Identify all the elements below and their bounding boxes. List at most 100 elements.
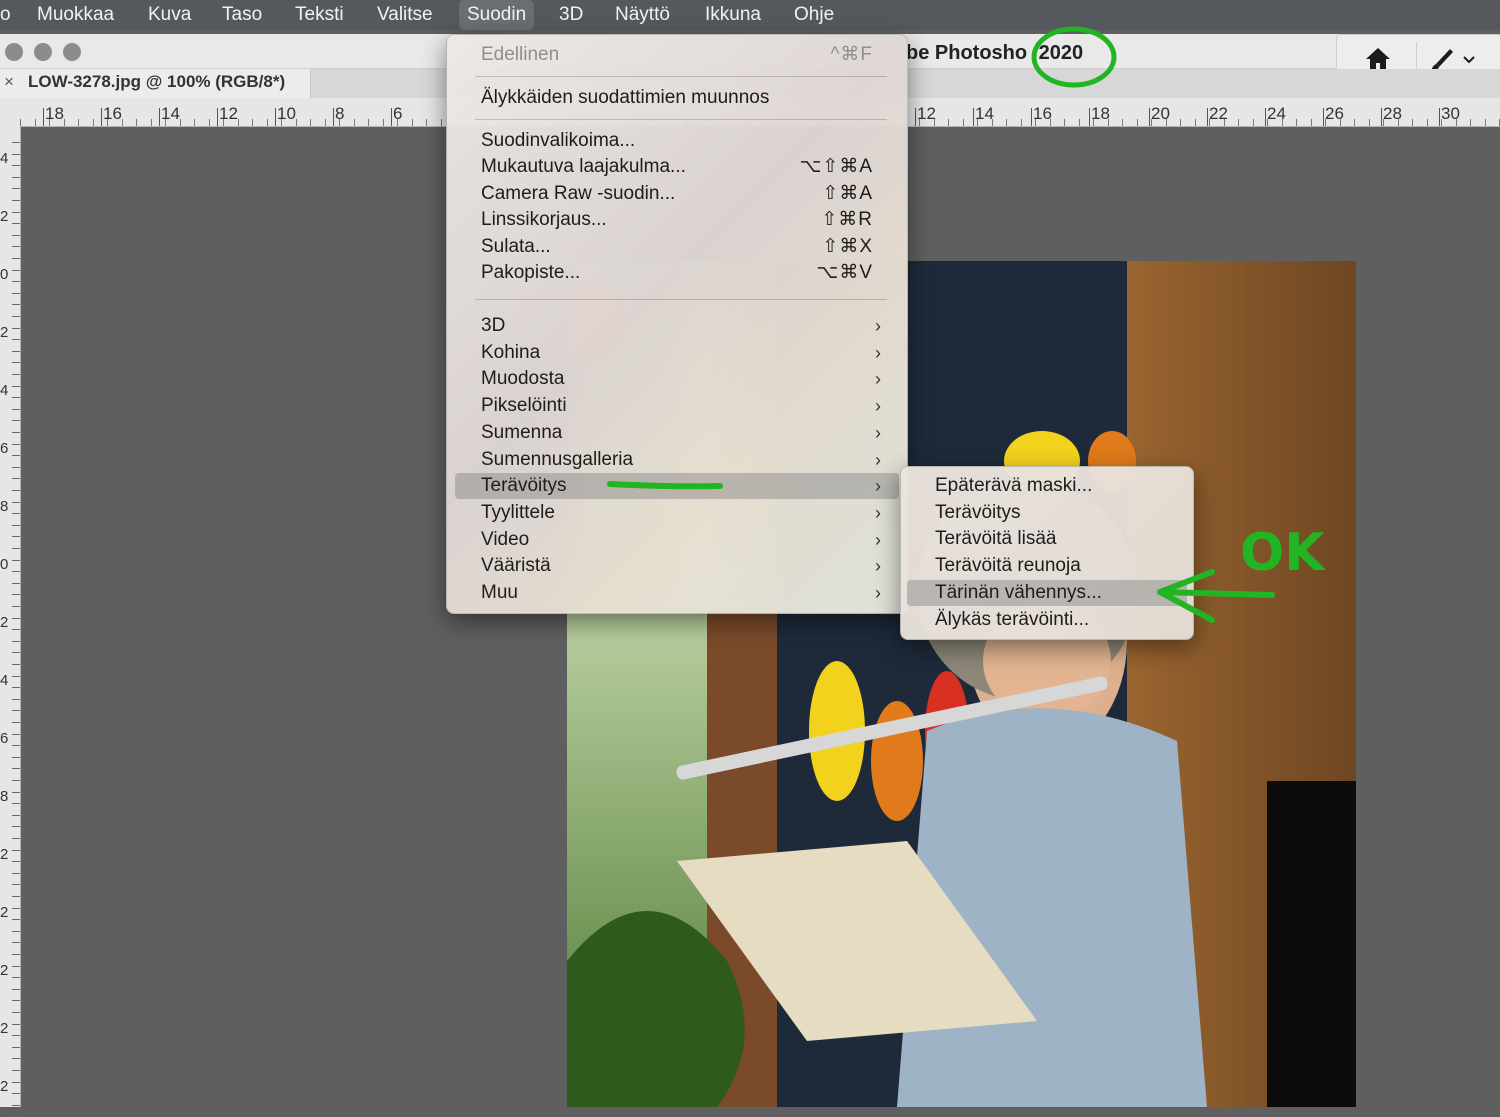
sharpen-submenu-item[interactable]: Epäterävä maski... [907, 473, 1187, 499]
ruler-tick [12, 907, 20, 909]
ruler-label: 30 [1441, 104, 1460, 123]
zoom-window-button[interactable] [63, 43, 81, 61]
ruler-tick [12, 988, 20, 990]
ruler-tick [12, 443, 20, 445]
ruler-minor-tick [1224, 119, 1225, 126]
ruler-tick [12, 977, 20, 979]
menu-item-label: Video [481, 528, 530, 550]
ruler-minor-tick [397, 119, 398, 126]
menu-item-label: Kohina [481, 341, 541, 363]
ruler-tick [12, 339, 20, 341]
menu-separator [475, 299, 887, 300]
ruler-tick [12, 872, 20, 874]
ruler-label: 20 [1151, 104, 1170, 123]
liquify-item[interactable]: Sulata... ⇧⌘X [455, 234, 899, 260]
ruler-minor-tick [1151, 119, 1152, 126]
ruler-label: 2 [0, 324, 9, 341]
chevron-right-icon: › [875, 369, 881, 390]
ruler-tick [12, 733, 20, 735]
ruler-tick [12, 304, 20, 306]
ruler-minor-tick [1383, 119, 1384, 126]
filter-category-item[interactable]: Vääristä › [455, 553, 899, 579]
close-window-button[interactable] [5, 43, 23, 61]
close-tab-icon[interactable]: × [4, 72, 14, 92]
ruler-minor-tick [194, 119, 195, 126]
ruler-minor-tick [1470, 119, 1471, 126]
ruler-tick [12, 200, 20, 201]
filter-category-item[interactable]: Sumenna › [455, 420, 899, 446]
menu-item-label: Terävöitys [481, 475, 567, 497]
ruler-label: 16 [103, 104, 122, 123]
filter-category-item[interactable]: Sumennusgalleria › [455, 447, 899, 473]
ruler-tick [1031, 108, 1032, 126]
ruler-minor-tick [1456, 119, 1457, 126]
convert-smart-filters-label: Älykkäiden suodattimien muunnos [481, 87, 770, 108]
ruler-tick [12, 861, 20, 863]
ruler-minor-tick [426, 119, 427, 126]
filter-category-item[interactable]: Muu › [455, 580, 899, 606]
app-title-text: be Photosho [906, 42, 1028, 64]
chevron-right-icon: › [875, 422, 881, 443]
ruler-tick [12, 165, 20, 167]
ruler-tick [12, 281, 20, 283]
menu-type[interactable]: Teksti [295, 3, 344, 27]
menu-select[interactable]: Valitse [377, 3, 433, 27]
menu-view[interactable]: Näyttö [615, 3, 670, 27]
menu-3d[interactable]: 3D [559, 3, 583, 27]
ruler-tick [12, 1058, 20, 1060]
menu-item-partial[interactable]: o [0, 3, 11, 27]
sharpen-submenu-item[interactable]: Terävöitys [907, 500, 1187, 526]
camera-raw-filter-item[interactable]: Camera Raw -suodin... ⇧⌘A [455, 181, 899, 207]
lens-correction-item[interactable]: Linssikorjaus... ⇧⌘R [455, 207, 899, 233]
menu-layer[interactable]: Taso [222, 3, 262, 27]
filter-category-item[interactable]: Muodosta › [455, 366, 899, 392]
ruler-tick [12, 698, 20, 700]
ruler-tick [333, 108, 334, 126]
ruler-minor-tick [948, 119, 949, 126]
sharpen-submenu-item[interactable]: Terävöitä lisää [907, 526, 1187, 552]
ruler-minor-tick [383, 119, 384, 126]
menu-window[interactable]: Ikkuna [705, 3, 761, 27]
filter-category-item[interactable]: Tyylittele › [455, 500, 899, 526]
ruler-tick [12, 675, 20, 677]
filter-category-item[interactable]: Pikselöinti › [455, 393, 899, 419]
sharpen-submenu-item[interactable]: Tärinän vähennys... [907, 579, 1187, 606]
ruler-minor-tick [1180, 119, 1181, 126]
ruler-tick [12, 490, 20, 491]
convert-smart-filters-item[interactable]: Älykkäiden suodattimien muunnos [455, 85, 899, 111]
vanishing-point-item[interactable]: Pakopiste... ⌥⌘V [455, 260, 899, 286]
menu-image[interactable]: Kuva [148, 3, 191, 27]
ruler-minor-tick [107, 119, 108, 126]
chevron-right-icon: › [875, 556, 881, 577]
menu-item-label: Camera Raw -suodin... [481, 183, 676, 204]
menu-help[interactable]: Ohje [794, 3, 834, 27]
ruler-tick [12, 803, 20, 805]
adaptive-wide-angle-item[interactable]: Mukautuva laajakulma... ⌥⇧⌘A [455, 154, 899, 180]
submenu-item-label: Terävöitä reunoja [935, 555, 1081, 577]
menu-edit[interactable]: Muokkaa [37, 3, 114, 27]
filter-category-item[interactable]: 3D › [455, 313, 899, 339]
filter-category-item[interactable]: Kohina › [455, 340, 899, 366]
ruler-minor-tick [1325, 119, 1326, 126]
minimize-window-button[interactable] [34, 43, 52, 61]
menu-filter[interactable]: Suodin [459, 0, 535, 30]
filter-gallery-item[interactable]: Suodinvalikoima... [455, 128, 899, 154]
ruler-tick [101, 108, 102, 126]
filter-category-item[interactable]: Terävöitys › [455, 473, 899, 500]
menu-item-label: Sulata... [481, 236, 551, 257]
ruler-tick [12, 316, 20, 317]
chevron-right-icon: › [875, 529, 881, 550]
ruler-minor-tick [1209, 119, 1210, 126]
sharpen-submenu-item[interactable]: Terävöitä reunoja [907, 553, 1187, 579]
ruler-minor-tick [368, 119, 369, 126]
ruler-minor-tick [963, 119, 964, 126]
ruler-label: 2 [0, 1020, 9, 1037]
ruler-tick [12, 385, 20, 387]
filter-category-item[interactable]: Video › [455, 527, 899, 553]
ruler-label: 2 [0, 208, 9, 225]
submenu-item-label: Epäterävä maski... [935, 475, 1093, 496]
ruler-tick [12, 524, 20, 526]
ruler-minor-tick [1137, 119, 1138, 126]
submenu-item-label: Tärinän vähennys... [935, 581, 1102, 603]
sharpen-submenu-item[interactable]: Älykäs terävöinti... [907, 607, 1187, 633]
